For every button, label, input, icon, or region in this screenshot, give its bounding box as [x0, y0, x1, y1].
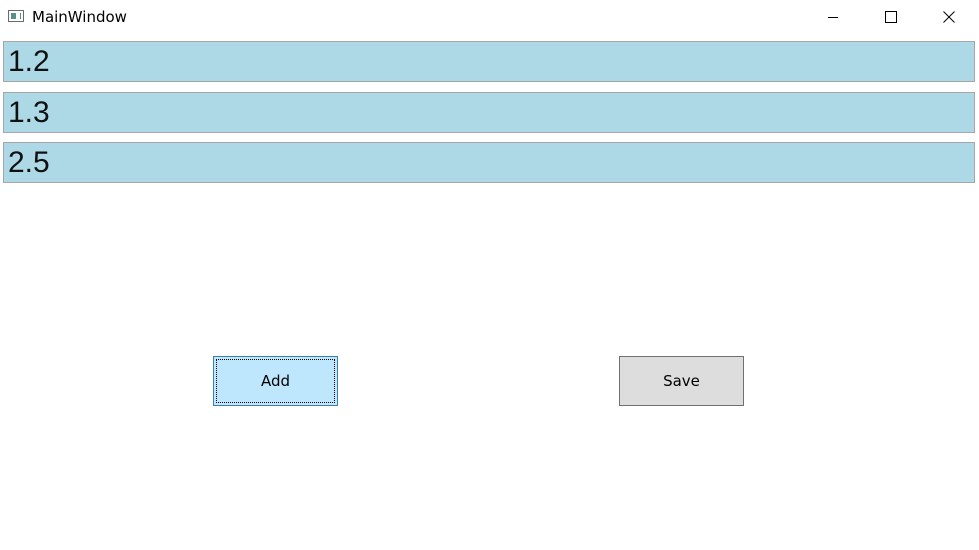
save-button[interactable]: Save — [619, 356, 744, 406]
minimize-icon — [828, 17, 838, 18]
list-item-value: 1.3 — [8, 96, 50, 129]
close-icon — [943, 11, 955, 23]
list-item-value: 1.2 — [8, 45, 50, 78]
add-button[interactable]: Add — [213, 356, 338, 406]
list-item-value: 2.5 — [8, 146, 50, 179]
title-bar[interactable]: MainWindow — [0, 0, 979, 34]
maximize-button[interactable] — [862, 0, 920, 34]
minimize-button[interactable] — [804, 0, 862, 34]
close-button[interactable] — [920, 0, 978, 34]
list-item[interactable]: 1.3 — [3, 92, 975, 133]
maximize-icon — [885, 11, 897, 23]
app-icon — [8, 10, 24, 22]
save-button-label: Save — [663, 372, 700, 390]
list-item[interactable]: 1.2 — [3, 41, 975, 82]
add-button-label: Add — [260, 372, 291, 390]
list-item[interactable]: 2.5 — [3, 142, 975, 183]
window-title: MainWindow — [32, 8, 127, 26]
